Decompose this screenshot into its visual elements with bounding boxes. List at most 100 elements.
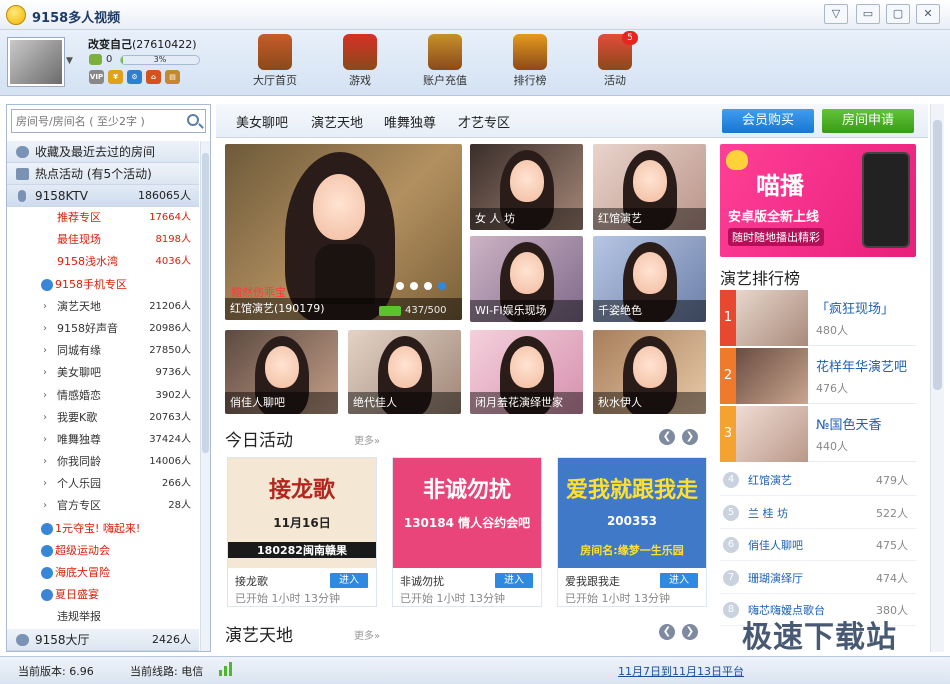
tab-category-3[interactable]: 唯舞独尊 [384, 112, 436, 131]
room-category-item[interactable]: › 唯舞独尊 37424人 [7, 429, 199, 451]
home-icon[interactable]: ⌂ [146, 70, 161, 84]
left-scrollbar[interactable] [200, 141, 210, 651]
featured-room-tile[interactable]: 黯然伤乖宝 红馆演艺(190179) 437/500 [225, 144, 462, 320]
vip-purchase-button[interactable]: 会员购买 [722, 109, 814, 133]
room-tile[interactable]: 女 人 坊 [470, 144, 583, 230]
room-category-item[interactable]: › 个人乐园 266人 [7, 473, 199, 495]
room-category-count: 4036人 [155, 256, 191, 268]
ktv-label: 9158KTV [35, 189, 89, 203]
bag-icon[interactable]: ¥ [108, 70, 123, 84]
activity-card[interactable]: 非诚勿扰 130184 情人谷约会吧 非诚勿扰 进入 已开始 1小时 13分钟 [392, 457, 542, 607]
room-tile-caption: 俏佳人聊吧 [225, 392, 338, 414]
room-category-item[interactable]: › 美女聊吧 9736人 [7, 362, 199, 384]
room-apply-button[interactable]: 房间申请 [822, 109, 914, 133]
lobby-label: 9158大厅 [35, 632, 90, 647]
search-input[interactable] [16, 113, 176, 129]
activity-banner: 爱我就跟我走 200353 房间名:缘梦一生乐园 [558, 458, 706, 568]
room-category-item[interactable]: › 演艺天地 21206人 [7, 296, 199, 318]
tab-category-4[interactable]: 才艺专区 [458, 112, 510, 131]
room-category-item[interactable]: 9158浅水湾 4036人 [7, 251, 199, 273]
maximize-button[interactable]: ▢ [886, 4, 910, 24]
nav-podium[interactable]: 排行榜 [500, 34, 560, 88]
room-category-count: 20986人 [149, 322, 191, 334]
favorites-group[interactable]: 收藏及最近去过的房间 [7, 141, 199, 163]
ranking-number: 4 [723, 472, 739, 488]
room-tile[interactable]: 秋水伊人 [593, 330, 706, 414]
nav-wallet[interactable]: 账户充值 [415, 34, 475, 88]
arts-more-link[interactable]: 更多» [354, 627, 380, 642]
ranking-item[interactable]: 2 花样年华演艺吧 476人 [720, 348, 916, 404]
event-item[interactable]: 超级运动会 [7, 540, 199, 562]
nav-gift[interactable]: 5 活动 [585, 31, 645, 88]
vip-icon[interactable]: VIP [89, 70, 104, 84]
enter-button[interactable]: 进入 [660, 573, 698, 588]
version-text: 当前版本: 6.96 [18, 665, 94, 678]
avatar[interactable] [8, 38, 64, 86]
miaobo-ad-banner[interactable]: 喵播 安卓版全新上线 随时随地播出精彩 [720, 144, 916, 257]
mobile-zone-item[interactable]: 9158手机专区 [7, 274, 199, 296]
room-category-count: 27850人 [149, 345, 191, 357]
close-button[interactable]: ✕ [916, 4, 940, 24]
box-icon[interactable]: ▤ [165, 70, 180, 84]
notice-link[interactable]: 11月7日到11月13日平台 [618, 663, 744, 679]
room-category-item[interactable]: › 你我同龄 14006人 [7, 451, 199, 473]
activity-card[interactable]: 爱我就跟我走 200353 房间名:缘梦一生乐园 爱我跟我走 进入 已开始 1小时 13分… [557, 457, 707, 607]
ranking-item[interactable]: 6 俏佳人聊吧 475人 [720, 529, 916, 561]
room-category-item[interactable]: › 9158好声音 20986人 [7, 318, 199, 340]
main-scrollbar[interactable] [930, 104, 944, 652]
room-tile[interactable]: 闭月羞花演绎世家 [470, 330, 583, 414]
ranking-item[interactable]: 4 红馆演艺 479人 [720, 464, 916, 496]
enter-button[interactable]: 进入 [330, 573, 368, 588]
today-more-link[interactable]: 更多» [354, 432, 380, 447]
room-category-item[interactable]: 推荐专区 17664人 [7, 207, 199, 229]
room-tile[interactable]: 绝代佳人 [348, 330, 461, 414]
main-scroll-thumb[interactable] [933, 120, 942, 390]
activity-card[interactable]: 接龙歌 11月16日 180282闽南赣果 接龙歌 进入 已开始 1小时 13分钟 [227, 457, 377, 607]
room-category-item[interactable]: › 官方专区 28人 [7, 495, 199, 517]
room-category-item[interactable]: 最佳现场 8198人 [7, 229, 199, 251]
carousel-dots[interactable] [396, 282, 446, 290]
nav-house[interactable]: 大厅首页 [245, 34, 305, 88]
prev-arrow-icon[interactable]: ❮ [659, 429, 675, 445]
room-category-item[interactable]: › 情感婚恋 3902人 [7, 385, 199, 407]
ranking-item[interactable]: 3 №国色天香 440人 [720, 406, 916, 462]
hot-activity-group[interactable]: 热点活动 (有5个活动) [7, 163, 199, 185]
room-category-item[interactable]: › 同城有缘 27850人 [7, 340, 199, 362]
room-tile[interactable]: 红馆演艺 [593, 144, 706, 230]
event-item[interactable]: 1元夺宝! 嗨起来! [7, 518, 199, 540]
event-item[interactable]: 夏日盛宴 [7, 584, 199, 606]
arts-prev-arrow-icon[interactable]: ❮ [659, 624, 675, 640]
arts-next-arrow-icon[interactable]: ❯ [682, 624, 698, 640]
next-arrow-icon[interactable]: ❯ [682, 429, 698, 445]
room-category-count: 20763人 [149, 411, 191, 423]
activity-status: 已开始 1小时 13分钟 [565, 592, 670, 605]
ranking-item[interactable]: 7 珊瑚演绎厅 474人 [720, 562, 916, 594]
gear-icon[interactable]: ⚙ [127, 70, 142, 84]
report-item[interactable]: 违规举报 [7, 606, 199, 628]
nav-joystick[interactable]: 游戏 [330, 34, 390, 88]
ranking-item[interactable]: 1 「疯狂现场」 480人 [720, 290, 916, 346]
enter-button[interactable]: 进入 [495, 573, 533, 588]
ranking-number: 2 [720, 348, 736, 404]
room-tile[interactable]: 俏佳人聊吧 [225, 330, 338, 414]
tab-category-2[interactable]: 演艺天地 [311, 112, 363, 131]
tab-category-1[interactable]: 美女聊吧 [236, 112, 288, 131]
activity-banner: 接龙歌 11月16日 180282闽南赣果 [228, 458, 376, 568]
dropdown-menu-icon[interactable]: ▽ [824, 4, 848, 24]
ranking-number: 7 [723, 569, 739, 586]
mobile-icon [41, 278, 53, 291]
lobby-group[interactable]: 9158大厅 2426人 [7, 628, 199, 651]
ktv-group[interactable]: 9158KTV 186065人 [7, 185, 199, 207]
search-icon[interactable] [187, 114, 199, 126]
ranking-item[interactable]: 5 兰 桂 坊 522人 [720, 497, 916, 529]
event-icon [41, 589, 53, 602]
room-tile[interactable]: 千姿绝色 [593, 236, 706, 322]
room-tile[interactable]: WI-FI娱乐现场 [470, 236, 583, 322]
minimize-button[interactable]: ▭ [856, 4, 880, 24]
event-item[interactable]: 海底大冒险 [7, 562, 199, 584]
left-scroll-thumb[interactable] [202, 153, 209, 453]
ranking-count: 475人 [876, 539, 908, 552]
avatar-dropdown-icon[interactable]: ▼ [66, 56, 73, 66]
room-category-name: 演艺天地 [57, 299, 101, 313]
room-category-item[interactable]: › 我要K歌 20763人 [7, 407, 199, 429]
